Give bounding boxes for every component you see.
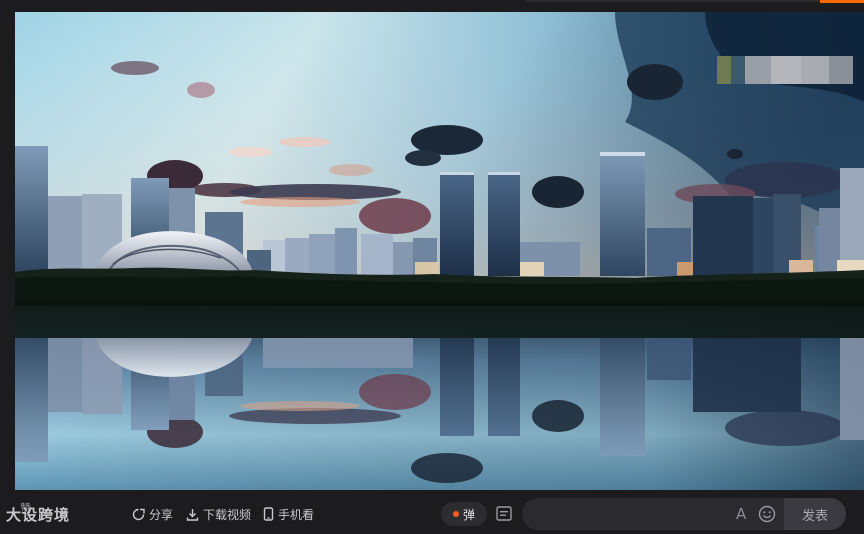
download-icon [186,508,199,521]
blurred-overlay [717,56,853,84]
watermark-text: 大设跨境 [6,506,71,524]
search-bar-edge[interactable] [524,0,844,2]
danmu-toggle-button[interactable]: 弹 [441,502,487,526]
danmu-toggle-label: 弹 [462,507,475,522]
download-video-button[interactable]: 下载视频 [186,504,251,524]
emoji-icon [758,505,776,523]
download-label: 下载视频 [203,507,252,522]
danmu-settings-button[interactable] [494,504,514,524]
danmu-settings-icon [496,506,512,521]
share-button[interactable]: 分享 [132,504,173,524]
top-bar [0,0,864,12]
send-danmu-button[interactable]: 发表 [784,498,846,530]
video-page: 赞 大设跨境 分享 下载视频 手机看 弹 A 发表 [0,0,864,534]
share-label: 分享 [149,507,174,522]
mobile-icon [263,507,274,521]
danmu-status-dot [452,511,459,517]
emoji-button[interactable] [757,504,777,524]
video-player[interactable] [15,12,864,490]
mobile-view-button[interactable]: 手机看 [263,504,314,524]
share-icon [132,508,145,520]
font-style-icon[interactable]: A [736,505,746,523]
mobile-label: 手机看 [278,507,315,522]
accent-button-edge[interactable] [820,0,864,3]
